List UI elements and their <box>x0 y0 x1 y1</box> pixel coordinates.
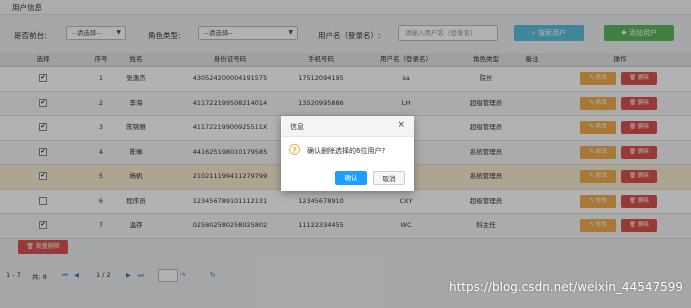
close-icon[interactable]: × <box>397 120 405 130</box>
cancel-button[interactable]: 取消 <box>373 171 405 185</box>
dialog-header: 信息 × <box>281 116 414 137</box>
dialog-message: 确认删除选择的6位用户? <box>307 147 386 155</box>
confirm-button[interactable]: 确认 <box>335 171 367 185</box>
watermark: https://blog.csdn.net/weixin_44547599 <box>448 280 683 294</box>
dialog-title: 信息 <box>290 123 304 131</box>
question-icon: ? <box>289 144 300 155</box>
confirm-dialog: 信息 × ? 确认删除选择的6位用户? 确认 取消 <box>281 116 414 191</box>
